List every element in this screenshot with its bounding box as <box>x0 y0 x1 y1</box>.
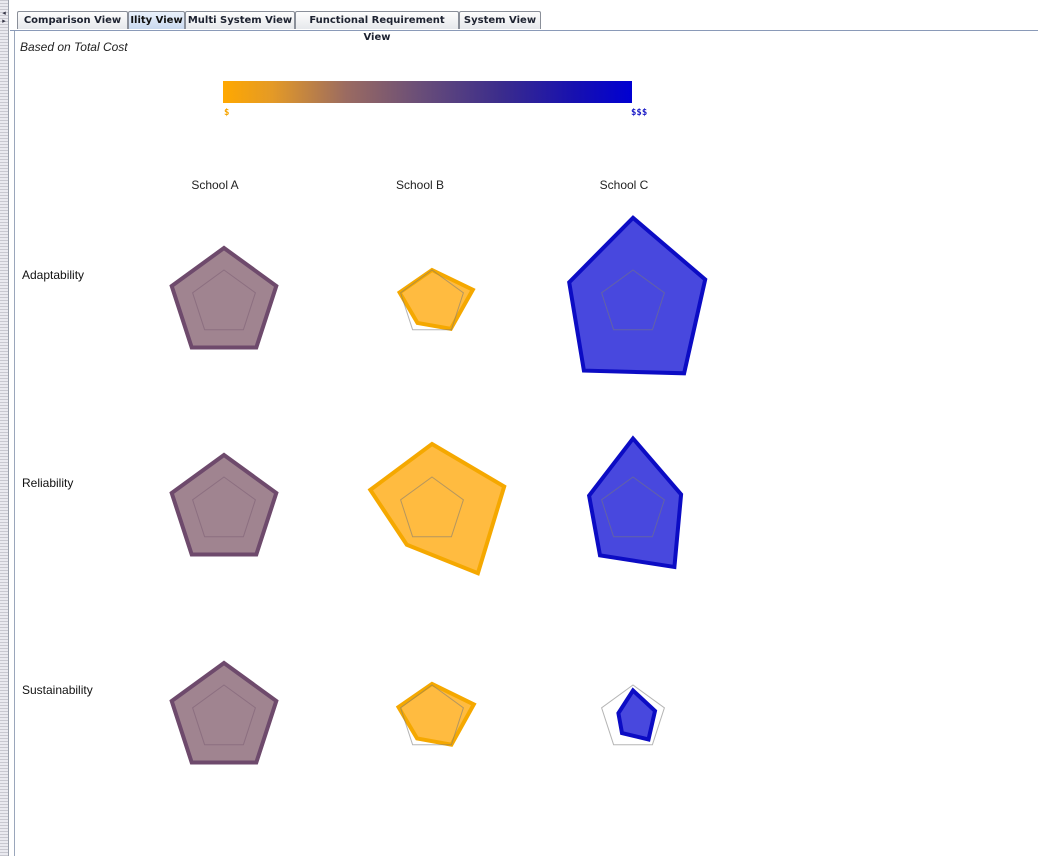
radar-glyph-grid <box>169 215 708 765</box>
radar-glyph-sustainability-school-c <box>616 687 658 742</box>
radar-glyph-adaptability-school-c <box>567 215 708 376</box>
radar-glyph-reliability-school-b <box>367 441 507 576</box>
radar-glyph-reliability-school-a <box>169 452 279 557</box>
radar-glyph-adaptability-school-b <box>396 267 476 332</box>
radar-glyph-sustainability-school-a <box>169 660 279 765</box>
radar-glyph-adaptability-school-a <box>169 245 279 350</box>
